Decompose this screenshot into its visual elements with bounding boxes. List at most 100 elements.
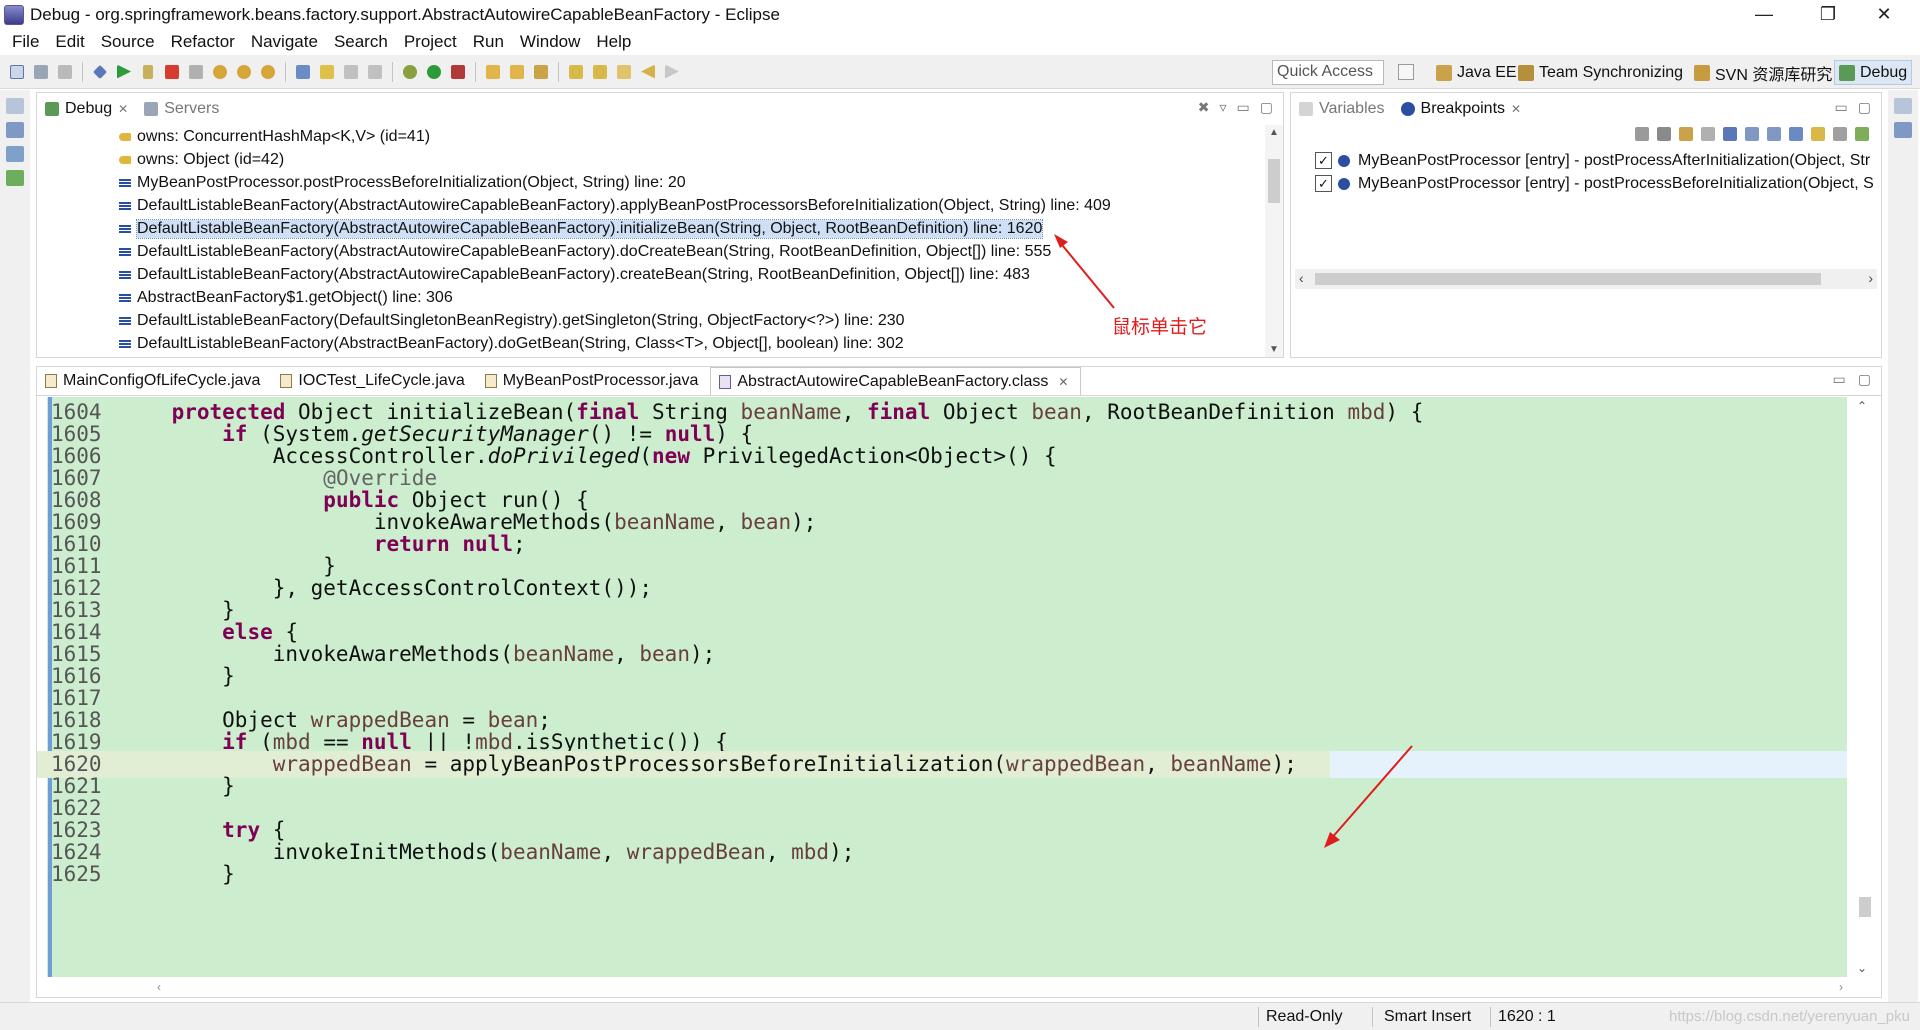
editor-horizontal-scrollbar[interactable]: ‹ › [107, 979, 1847, 997]
resume-icon[interactable] [113, 61, 135, 83]
back-icon[interactable] [637, 61, 659, 83]
breakpoint-row[interactable]: ✓ MyBeanPostProcessor [entry] - postProc… [1291, 172, 1881, 195]
scroll-down-icon[interactable]: ▼ [1265, 344, 1283, 355]
maximize-view-icon[interactable]: ▢ [1858, 99, 1871, 116]
terminate-icon[interactable] [161, 61, 183, 83]
debug-vertical-scrollbar[interactable]: ▲ ▼ [1265, 125, 1283, 357]
toggle-mark-icon[interactable] [364, 61, 386, 83]
breakpoints-horizontal-scrollbar[interactable]: ‹ › [1295, 269, 1877, 289]
stack-frame-row[interactable]: owns: ConcurrentHashMap<K,V> (id=41) [37, 125, 1265, 148]
breakpoint-checkbox[interactable]: ✓ [1315, 152, 1332, 169]
skip-breakpoints-icon[interactable] [89, 61, 111, 83]
step-into-icon[interactable] [209, 61, 231, 83]
console-icon[interactable] [6, 122, 24, 138]
link-with-debug-icon[interactable] [1789, 127, 1803, 141]
tab-variables[interactable]: Variables [1291, 93, 1393, 125]
scroll-thumb[interactable] [1859, 897, 1871, 917]
run-launch-icon[interactable] [423, 61, 445, 83]
tab-breakpoints[interactable]: Breakpoints ✕ [1393, 93, 1530, 125]
minimize-view-icon[interactable]: ▭ [1237, 99, 1250, 116]
maximize-button[interactable]: ❐ [1800, 0, 1856, 29]
perspective-java-ee[interactable]: Java EE [1432, 60, 1521, 85]
scroll-up-icon[interactable]: ⌃ [1857, 399, 1867, 413]
tab-mybeanpostprocessor[interactable]: MyBeanPostProcessor.java [477, 367, 711, 395]
editor-vertical-scrollbar[interactable]: ⌃ ⌄ [1847, 397, 1881, 977]
breakpoint-row[interactable]: ✓ MyBeanPostProcessor [entry] - postProc… [1291, 149, 1881, 172]
stack-frame-row[interactable]: MyBeanPostProcessor.postProcessBeforeIni… [37, 171, 1265, 194]
scroll-right-icon[interactable]: › [1839, 980, 1843, 994]
maximize-view-icon[interactable]: ▢ [1858, 371, 1871, 388]
go-to-file-icon[interactable] [1701, 127, 1715, 141]
outline-view-icon[interactable] [1894, 122, 1912, 138]
menu-source[interactable]: Source [93, 32, 163, 52]
open-folder-icon[interactable] [482, 61, 504, 83]
code-area[interactable]: 1604 protected Object initializeBean(fin… [37, 397, 1847, 977]
new-icon[interactable] [6, 61, 28, 83]
insert-mode-status[interactable]: Smart Insert [1384, 1003, 1471, 1030]
tab-mainconfigoflifecycle[interactable]: MainConfigOfLifeCycle.java [37, 367, 272, 395]
breakpoint-checkbox[interactable]: ✓ [1315, 175, 1332, 192]
quick-access-input[interactable]: Quick Access [1272, 60, 1384, 85]
perspective-svn[interactable]: SVN 资源库研究 [1690, 60, 1836, 85]
scroll-left-icon[interactable]: ‹ [1299, 270, 1304, 286]
code-line[interactable]: 1625 } [37, 861, 1847, 888]
remove-breakpoint-icon[interactable] [1635, 127, 1649, 141]
scroll-down-icon[interactable]: ⌄ [1857, 961, 1867, 975]
tab-abstractautowirecapablebeanfactory[interactable]: AbstractAutowireCapableBeanFactory.class… [710, 367, 1082, 395]
stack-frame-row[interactable]: DefaultListableBeanFactory(AbstractBeanF… [37, 332, 1265, 355]
save-icon[interactable] [30, 61, 52, 83]
minimize-view-icon[interactable]: ▭ [1835, 99, 1848, 116]
collapse-all-icon[interactable] [1767, 127, 1781, 141]
view-menu-icon[interactable] [1833, 127, 1847, 141]
scroll-up-icon[interactable]: ▲ [1265, 127, 1283, 138]
view-menu-icon[interactable]: ▿ [1220, 99, 1227, 116]
menu-navigate[interactable]: Navigate [243, 32, 326, 52]
next-annotation-icon[interactable] [565, 61, 587, 83]
add-java-exception-icon[interactable] [1811, 127, 1825, 141]
skip-all-breakpoints-icon[interactable] [1723, 127, 1737, 141]
debug-launch-icon[interactable] [399, 61, 421, 83]
outline-icon[interactable] [6, 170, 24, 186]
menu-run[interactable]: Run [465, 32, 512, 52]
import-breakpoints-icon[interactable] [1855, 127, 1869, 141]
perspective-team-synchronizing[interactable]: Team Synchronizing [1514, 60, 1687, 85]
open-type-icon[interactable] [340, 61, 362, 83]
step-over-icon[interactable] [233, 61, 255, 83]
restore-icon[interactable] [1894, 98, 1912, 114]
open-perspective-icon[interactable] [1398, 64, 1414, 80]
print-icon[interactable] [54, 61, 76, 83]
restore-icon[interactable] [6, 98, 24, 114]
menu-refactor[interactable]: Refactor [163, 32, 243, 52]
close-icon[interactable]: ✕ [118, 102, 128, 116]
minimize-view-icon[interactable]: ▭ [1833, 371, 1846, 388]
tab-servers[interactable]: Servers [136, 93, 227, 125]
maximize-view-icon[interactable]: ▢ [1260, 99, 1273, 116]
menu-window[interactable]: Window [512, 32, 588, 52]
disconnect-icon[interactable] [185, 61, 207, 83]
open-task-icon[interactable] [506, 61, 528, 83]
close-icon[interactable]: ✕ [1511, 102, 1521, 116]
tab-ioctest-lifecycle[interactable]: IOCTest_LifeCycle.java [272, 367, 476, 395]
close-icon[interactable]: ✕ [1058, 375, 1068, 389]
scroll-thumb[interactable] [1315, 273, 1821, 285]
stack-frame-row[interactable]: DefaultListableBeanFactory(AbstractAutow… [37, 194, 1265, 217]
run-to-line-icon[interactable] [292, 61, 314, 83]
tasks-icon[interactable] [6, 146, 24, 162]
show-supported-icon[interactable] [1679, 127, 1693, 141]
minimize-button[interactable]: — [1736, 0, 1792, 29]
perspective-debug[interactable]: Debug [1834, 60, 1913, 85]
remove-terminated-icon[interactable]: ✖ [1198, 99, 1210, 116]
scroll-thumb[interactable] [1268, 159, 1280, 203]
menu-edit[interactable]: Edit [47, 32, 92, 52]
expand-all-icon[interactable] [1745, 127, 1759, 141]
remove-all-breakpoints-icon[interactable] [1657, 127, 1671, 141]
menu-project[interactable]: Project [396, 32, 465, 52]
scroll-left-icon[interactable]: ‹ [157, 980, 161, 994]
stack-frame-row[interactable]: DefaultListableBeanFactory(DefaultSingle… [37, 309, 1265, 332]
edit-icon[interactable] [530, 61, 552, 83]
tab-debug[interactable]: Debug ✕ [37, 93, 136, 125]
menu-search[interactable]: Search [326, 32, 396, 52]
use-step-filters-icon[interactable] [316, 61, 338, 83]
step-return-icon[interactable] [257, 61, 279, 83]
menu-help[interactable]: Help [588, 32, 639, 52]
